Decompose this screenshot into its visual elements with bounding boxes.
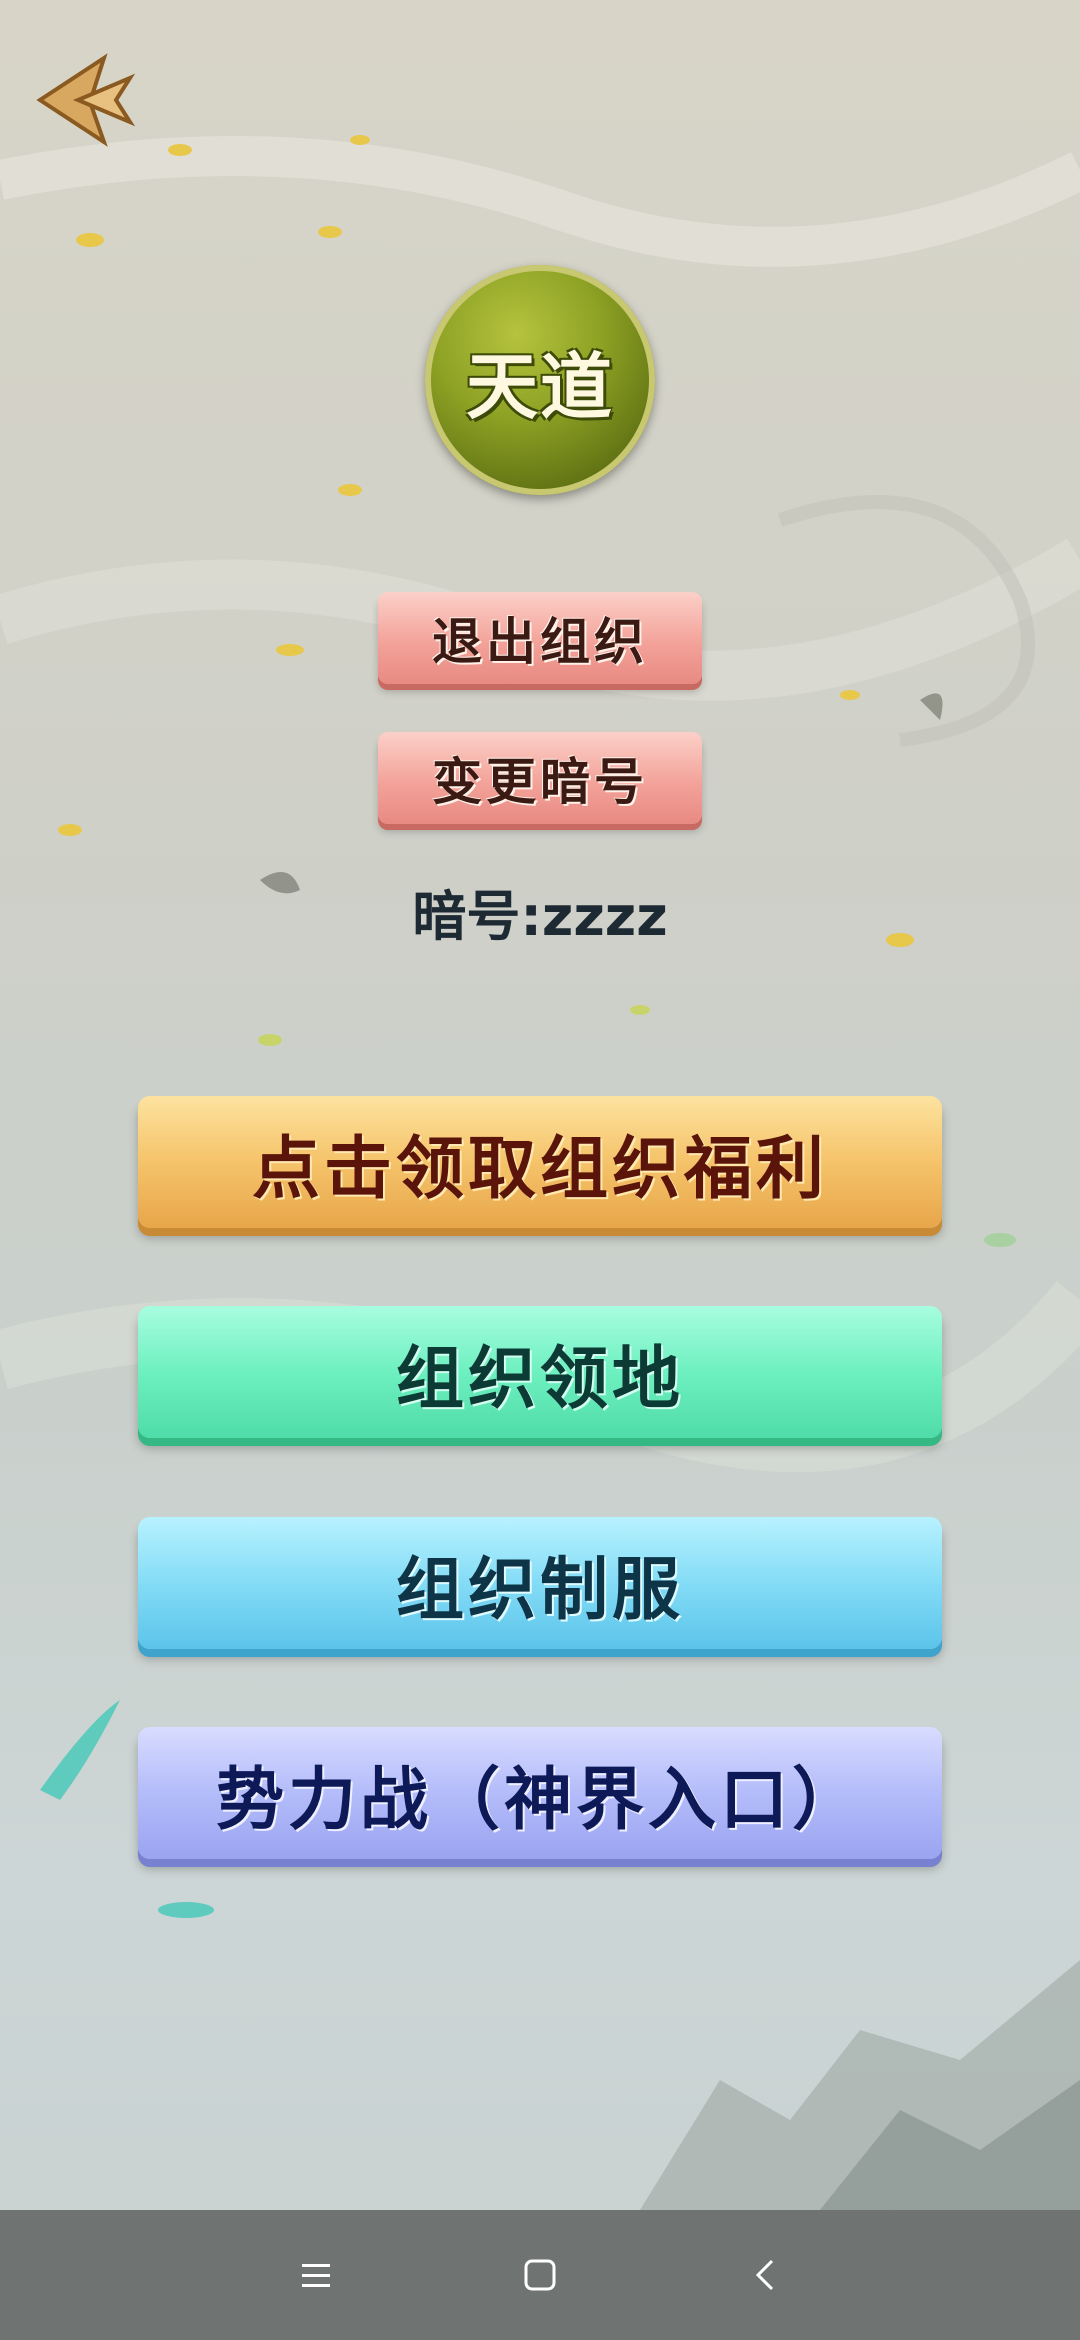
back-arrow-icon (36, 53, 136, 147)
system-back-button[interactable] (736, 2245, 796, 2305)
change-code-button[interactable]: 变更暗号 (378, 732, 702, 824)
claim-welfare-label: 点击领取组织福利 (251, 1129, 828, 1209)
faction-war-label: 势力战（神界入口） (215, 1760, 864, 1840)
quit-organization-label: 退出组织 (432, 613, 648, 671)
claim-welfare-button[interactable]: 点击领取组织福利 (138, 1096, 942, 1228)
territory-label: 组织领地 (395, 1339, 684, 1419)
uniform-label: 组织制服 (395, 1550, 684, 1630)
back-button[interactable] (32, 44, 142, 154)
secret-code-text: 暗号:zzzz (412, 885, 668, 948)
back-chevron-icon (755, 2259, 774, 2291)
home-button[interactable] (510, 2245, 570, 2305)
territory-button[interactable]: 组织领地 (138, 1306, 942, 1438)
home-square-icon (524, 2259, 556, 2291)
menu-icon (302, 2264, 330, 2287)
recent-apps-button[interactable] (286, 2245, 346, 2305)
guild-emblem: 天道 (425, 265, 655, 495)
faction-war-button[interactable]: 势力战（神界入口） (138, 1727, 942, 1859)
system-navigation-bar (0, 2210, 1080, 2340)
uniform-button[interactable]: 组织制服 (138, 1517, 942, 1649)
guild-emblem-text: 天道 (465, 344, 614, 429)
quit-organization-button[interactable]: 退出组织 (378, 592, 702, 684)
change-code-label: 变更暗号 (432, 753, 648, 811)
